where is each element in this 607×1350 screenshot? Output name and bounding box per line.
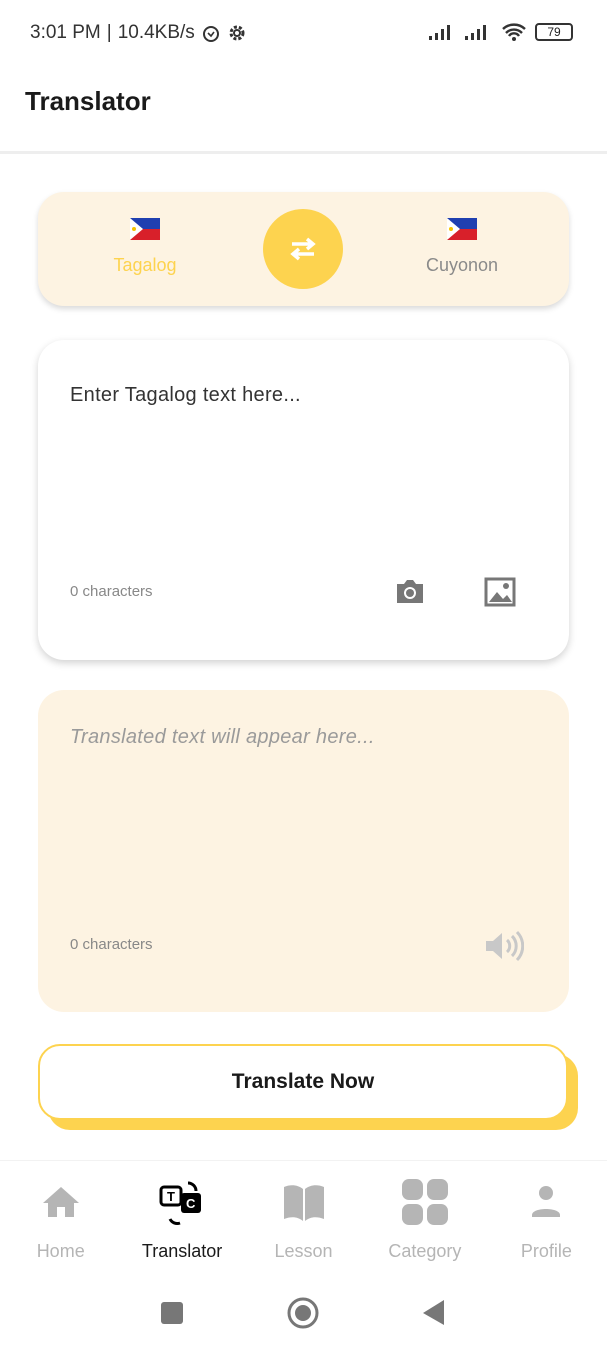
speaker-icon[interactable] xyxy=(484,930,524,962)
input-card[interactable]: Enter Tagalog text here... 0 characters xyxy=(38,340,569,660)
wifi-icon xyxy=(502,23,526,41)
nav-label-translator: Translator xyxy=(141,1241,223,1261)
alarm-icon xyxy=(202,26,219,42)
image-icon[interactable] xyxy=(484,577,516,607)
source-language-label: Tagalog xyxy=(113,255,177,275)
signal-icon xyxy=(429,25,450,40)
philippines-flag-icon xyxy=(447,218,477,240)
home-icon xyxy=(42,1187,79,1217)
language-selector: Tagalog Cuyonon xyxy=(38,192,569,306)
translator-icon: TC xyxy=(159,1181,202,1225)
settings-icon xyxy=(229,25,245,41)
recents-button[interactable] xyxy=(161,1302,183,1324)
nav-item-category[interactable]: Category xyxy=(364,1161,485,1270)
output-card: Translated text will appear here... 0 ch… xyxy=(38,690,569,1012)
person-icon xyxy=(532,1186,561,1217)
input-character-count: 0 characters xyxy=(70,583,153,600)
bottom-nav: Home TC Translator Lesson Category Profi… xyxy=(0,1160,607,1270)
header-divider xyxy=(0,151,607,154)
input-placeholder[interactable]: Enter Tagalog text here... xyxy=(70,384,301,407)
status-time: 3:01 PM xyxy=(30,22,101,43)
nav-label-home: Home xyxy=(36,1241,85,1261)
philippines-flag-icon xyxy=(130,218,160,240)
nav-label-category: Category xyxy=(388,1241,462,1261)
output-character-count: 0 characters xyxy=(70,936,153,953)
battery-icon: 79 xyxy=(535,23,573,41)
system-nav-bar xyxy=(161,1297,444,1329)
grid-icon xyxy=(401,1179,448,1225)
nav-item-home[interactable]: Home xyxy=(0,1161,121,1270)
source-language[interactable]: Tagalog xyxy=(65,218,225,276)
target-language-label: Cuyonon xyxy=(425,255,499,275)
network-speed: 10.4KB/s xyxy=(117,22,195,43)
swap-arrows-icon xyxy=(290,237,316,261)
svg-text:T: T xyxy=(167,1189,175,1204)
nav-item-profile[interactable]: Profile xyxy=(486,1161,607,1270)
back-button[interactable] xyxy=(423,1300,444,1325)
book-icon xyxy=(283,1185,324,1221)
nav-item-lesson[interactable]: Lesson xyxy=(243,1161,364,1270)
nav-label-lesson: Lesson xyxy=(274,1241,333,1261)
output-placeholder: Translated text will appear here... xyxy=(70,726,375,748)
nav-label-profile: Profile xyxy=(520,1241,572,1261)
target-language[interactable]: Cuyonon xyxy=(382,218,542,276)
battery-level: 79 xyxy=(547,25,561,39)
status-icons: 79 xyxy=(429,22,573,42)
nav-item-translator[interactable]: TC Translator xyxy=(121,1161,242,1270)
svg-text:C: C xyxy=(186,1196,196,1211)
page-title: Translator xyxy=(25,86,151,116)
home-button[interactable] xyxy=(287,1297,319,1329)
status-bar: 3:01 PM | 10.4KB/s xyxy=(30,22,247,44)
swap-languages-button[interactable] xyxy=(263,209,343,289)
signal-icon xyxy=(465,25,486,40)
status-separator: | xyxy=(106,22,112,43)
camera-icon[interactable] xyxy=(394,577,426,605)
translate-now-button[interactable]: Translate Now xyxy=(38,1044,568,1120)
